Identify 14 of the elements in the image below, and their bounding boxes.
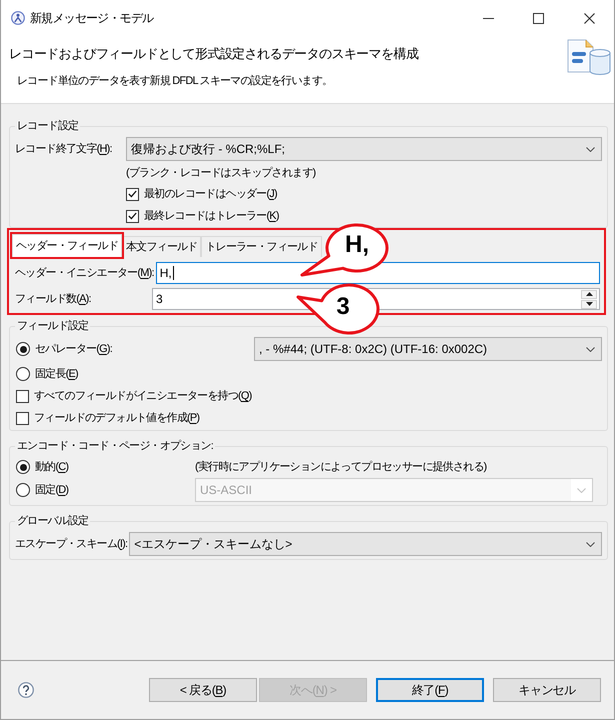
group-label: フィールド設定 — [16, 318, 90, 334]
field-label: エスケープ・スキーム(I): — [15, 536, 128, 552]
hint-text: (ブランク・レコードはスキップされます) — [126, 166, 316, 181]
group-label: エンコード・コード・ページ・オプション: — [16, 438, 214, 454]
callout-tooltip: 3 — [296, 283, 381, 336]
field-label: ヘッダー・イニシエーター(M): — [15, 266, 155, 281]
page-title: レコードおよびフィールドとして形式設定されるデータのスキーマを構成 — [9, 45, 418, 63]
field-label: レコード終了文字(H): — [15, 142, 113, 157]
group-label: グローバル設定 — [16, 514, 90, 529]
hint-text: (実行時にアプリケーションによってプロセッサーに提供される) — [195, 460, 486, 475]
field-label: フィールド数(A): — [15, 292, 92, 307]
group-label: レコード設定 — [16, 118, 80, 134]
page-description: レコード単位のデータを表す新規 DFDL スキーマの設定を行います。 — [17, 74, 334, 89]
window-title: 新規メッセージ・モデル — [30, 10, 154, 27]
